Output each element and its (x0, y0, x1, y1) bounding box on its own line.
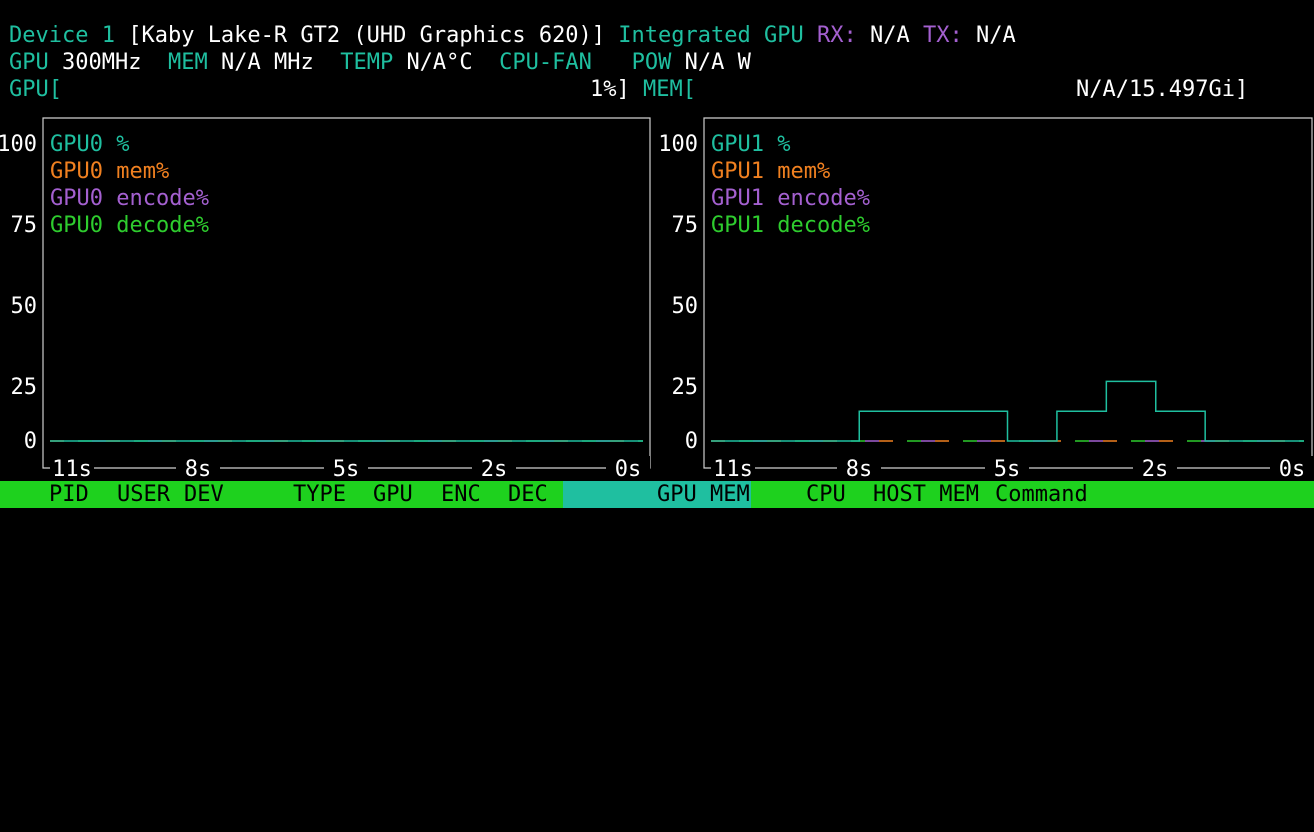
col-enc[interactable]: ENC (441, 481, 481, 508)
device-stats-line: GPU 300MHz MEM N/A MHz TEMP N/A°C CPU-FA… (9, 49, 751, 76)
gpu-util-bar-label: GPU[ (9, 76, 62, 103)
mem-clock-label: MEM (167, 50, 208, 75)
gpu0-chart: 100755025011s 8s 5s 2s 0sGPU0 %GPU0 mem%GPU0… (0, 117, 651, 482)
col-user[interactable]: USER (117, 481, 170, 508)
col-cpu[interactable]: CPU (806, 481, 846, 508)
gpu-bar-value: 1%] (590, 77, 630, 102)
legend-entry: GPU0 encode% (50, 186, 209, 211)
rx-value: N/A (869, 23, 910, 48)
col-dev[interactable]: DEV (184, 481, 224, 508)
rx-label: RX: (816, 23, 857, 48)
col-host-mem[interactable]: HOST MEM (873, 481, 979, 508)
tx-value: N/A (975, 23, 1016, 48)
device-name: [Kaby Lake-R GT2 (UHD Graphics 620)] (128, 23, 606, 48)
y-tick-label: 100 (0, 132, 37, 157)
x-tick-label: 2s (481, 457, 508, 482)
x-tick-label: 0s (1279, 457, 1306, 482)
col-gpu-mem[interactable]: GPU MEM (657, 481, 750, 508)
x-tick-label: 8s (185, 457, 212, 482)
gpu-clock-value: 300MHz (62, 50, 142, 75)
temp-label: TEMP (340, 50, 394, 75)
col-pid[interactable]: PID (49, 481, 89, 508)
legend-entry: GPU1 % (711, 132, 790, 157)
x-tick-label: 8s (846, 457, 873, 482)
device-info-line: Device 1 [Kaby Lake-R GT2 (UHD Graphics … (9, 22, 1016, 49)
charts-area: 100755025011s 8s 5s 2s 0sGPU0 %GPU0 mem%GPU0… (0, 117, 1314, 482)
y-tick-label: 25 (672, 375, 699, 400)
legend-entry: GPU1 mem% (711, 159, 830, 184)
y-tick-label: 0 (685, 429, 698, 454)
series-line (711, 380, 1304, 442)
fan-label: CPU-FAN (499, 50, 592, 75)
mem-bar-label: MEM[ (643, 76, 696, 103)
col-gpu[interactable]: GPU (373, 481, 413, 508)
process-table-header: PID USER DEV TYPE GPU ENC DEC GPU MEM CP… (0, 481, 1314, 508)
col-command[interactable]: Command (995, 481, 1088, 508)
mem-bar-value-text: N/A/15.497Gi] (1076, 77, 1249, 102)
y-tick-label: 75 (672, 213, 699, 238)
y-tick-label: 0 (24, 429, 37, 454)
x-tick-label: 11s (52, 457, 92, 482)
x-tick-label: 2s (1142, 457, 1169, 482)
col-dec[interactable]: DEC (508, 481, 548, 508)
legend-entry: GPU0 decode% (50, 213, 209, 238)
gpu-clock-label: GPU (9, 50, 49, 75)
x-tick-label: 0s (615, 457, 642, 482)
mem-clock-value: N/A MHz (220, 50, 314, 75)
gpu-bar-label: GPU[ (9, 77, 62, 102)
gpu-util-bar-value: 1%] (590, 76, 630, 103)
pow-label: POW (631, 50, 672, 75)
device-label: Device 1 (9, 23, 115, 48)
gpu1-chart: 100755025011s 8s 5s 2s 0sGPU1 %GPU1 mem%GPU1… (658, 117, 1314, 482)
legend-entry: GPU1 encode% (711, 186, 870, 211)
legend-entry: GPU0 % (50, 132, 129, 157)
pow-value: N/A W (684, 50, 751, 75)
y-tick-label: 50 (11, 294, 38, 319)
y-tick-label: 100 (658, 132, 698, 157)
y-tick-label: 50 (672, 294, 699, 319)
legend-entry: GPU0 mem% (50, 159, 169, 184)
y-tick-label: 25 (11, 375, 38, 400)
y-tick-label: 75 (11, 213, 38, 238)
device-type: Integrated GPU (618, 23, 804, 48)
x-tick-label: 5s (994, 457, 1021, 482)
tx-label: TX: (922, 23, 963, 48)
legend-entry: GPU1 decode% (711, 213, 870, 238)
mem-bar-label-text: MEM[ (643, 77, 696, 102)
col-type[interactable]: TYPE (293, 481, 346, 508)
x-tick-label: 5s (333, 457, 360, 482)
mem-bar-value: N/A/15.497Gi] (1076, 76, 1248, 103)
temp-value: N/A°C (406, 50, 473, 75)
x-tick-label: 11s (713, 457, 753, 482)
